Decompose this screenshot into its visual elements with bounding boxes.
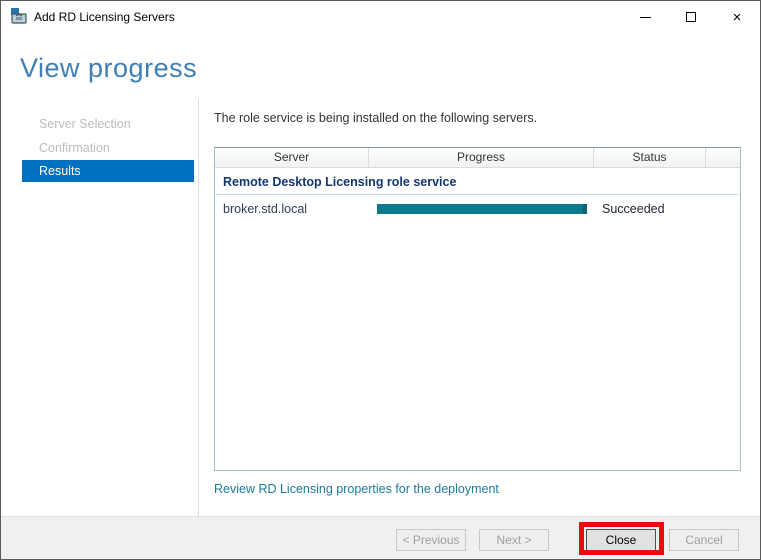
table-header-row: Server Progress Status	[215, 148, 740, 168]
wizard-window: Add RD Licensing Servers × View progress…	[0, 0, 761, 560]
sidebar-item-confirmation: Confirmation	[39, 141, 110, 155]
table-group-header: Remote Desktop Licensing role service	[223, 175, 457, 189]
column-header-status[interactable]: Status	[594, 148, 706, 167]
status-description: The role service is being installed on t…	[214, 111, 538, 125]
app-icon	[11, 8, 27, 24]
group-underline	[216, 194, 739, 195]
window-title: Add RD Licensing Servers	[34, 10, 175, 24]
progress-table: Server Progress Status Remote Desktop Li…	[214, 147, 741, 471]
column-header-extra	[706, 148, 740, 167]
page-title: View progress	[20, 53, 198, 83]
minimize-button[interactable]	[622, 1, 668, 33]
sidebar-item-server-selection: Server Selection	[39, 117, 131, 131]
close-icon: ×	[732, 8, 742, 26]
maximize-icon	[686, 12, 696, 22]
status-value: Succeeded	[602, 202, 665, 216]
close-button[interactable]: Close	[586, 529, 656, 551]
next-button: Next >	[479, 529, 549, 551]
cancel-button: Cancel	[669, 529, 739, 551]
sidebar-item-results[interactable]: Results	[22, 160, 194, 182]
column-header-server[interactable]: Server	[215, 148, 369, 167]
review-properties-link[interactable]: Review RD Licensing properties for the d…	[214, 482, 499, 496]
previous-button: < Previous	[396, 529, 466, 551]
server-name: broker.std.local	[223, 202, 308, 216]
close-window-button[interactable]: ×	[714, 1, 760, 33]
titlebar: Add RD Licensing Servers ×	[1, 1, 760, 33]
minimize-icon	[639, 16, 651, 18]
maximize-button[interactable]	[668, 1, 714, 33]
progress-bar	[377, 204, 587, 214]
sidebar-divider	[198, 99, 199, 518]
column-header-progress[interactable]: Progress	[369, 148, 594, 167]
progress-bar-fill	[377, 204, 587, 214]
